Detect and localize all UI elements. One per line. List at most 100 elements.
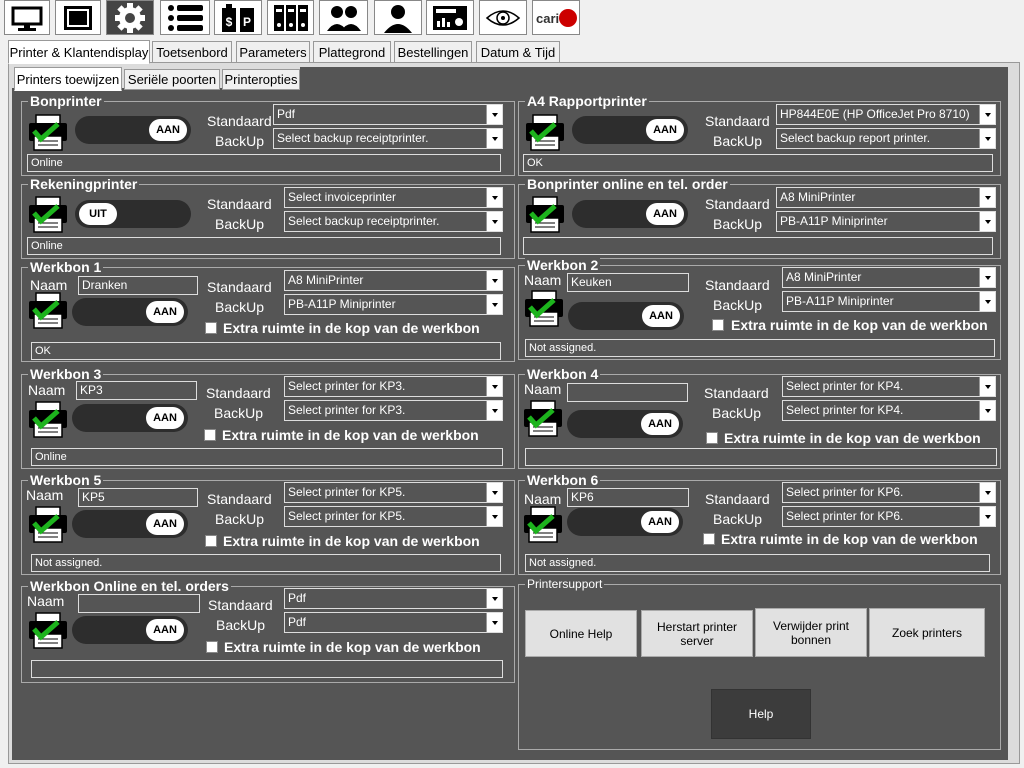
toggle-rekening[interactable]: UIT [75,200,191,228]
chevron-down-icon[interactable] [486,188,502,207]
backup-select-online_order[interactable]: PB-A11P Miniprinter [776,211,996,232]
settings-button[interactable] [106,0,154,35]
printer-icon [28,506,68,546]
online-help-button[interactable]: Online Help [525,610,637,657]
toggle-wb5[interactable]: AAN [72,510,188,538]
chevron-down-icon[interactable] [979,483,995,502]
chevron-down-icon[interactable] [979,105,995,124]
cariari-button[interactable]: cari [532,0,580,35]
naam-label: Naam [28,382,66,398]
backup-select-wb1[interactable]: PB-A11P Miniprinter [284,294,503,315]
standaard-select-wb1[interactable]: A8 MiniPrinter [284,270,503,291]
tab-printer-display[interactable]: Printer & Klantendisplay [8,40,150,64]
toggle-online_order[interactable]: AAN [572,200,688,228]
backup-select-wb6[interactable]: Select printer for KP6. [782,506,996,527]
status-field-bonprinter: Online [27,154,501,172]
backup-select-bonprinter[interactable]: Select backup receiptprinter. [273,128,503,149]
tab-toetsenbord[interactable]: Toetsenbord [152,41,232,63]
backup-select-a4[interactable]: Select backup report printer. [776,128,996,149]
subtab-printers-toewijzen[interactable]: Printers toewijzen [14,67,122,91]
chevron-down-icon[interactable] [486,271,502,290]
tab-bestellingen[interactable]: Bestellingen [394,41,472,63]
subtab-seriele-poorten[interactable]: Seriële poorten [124,69,220,90]
backup-select-wb2[interactable]: PB-A11P Miniprinter [782,291,996,312]
delete-print-bonnen-button[interactable]: Verwijder print bonnen [755,608,867,657]
standaard-select-a4[interactable]: HP844E0E (HP OfficeJet Pro 8710) [776,104,996,125]
standaard-select-wb2[interactable]: A8 MiniPrinter [782,267,996,288]
extra-space-checkbox-wb2[interactable] [712,319,724,331]
pricing-button[interactable]: $ P [214,0,262,35]
chevron-down-icon[interactable] [486,483,502,502]
monitor-button[interactable] [4,0,50,35]
chevron-down-icon[interactable] [486,212,502,231]
backup-select-wbo[interactable]: Pdf [284,612,503,633]
extra-space-checkbox-wb5[interactable] [205,535,217,547]
user-button[interactable] [374,0,422,35]
standaard-select-wb3[interactable]: Select printer for KP3. [284,376,503,397]
restart-printer-server-button[interactable]: Herstart printer server [641,610,753,657]
chevron-down-icon[interactable] [979,507,995,526]
help-button[interactable]: Help [711,689,811,739]
backup-select-wb5[interactable]: Select printer for KP5. [284,506,503,527]
chevron-down-icon[interactable] [979,401,995,420]
toggle-a4[interactable]: AAN [572,116,688,144]
chevron-down-icon[interactable] [979,212,995,231]
toggle-wb3[interactable]: AAN [72,404,188,432]
chevron-down-icon[interactable] [486,613,502,632]
backup-select-wb4[interactable]: Select printer for KP4. [782,400,996,421]
naam-input-wbo[interactable] [78,594,200,613]
users-button[interactable] [319,0,368,35]
chevron-down-icon[interactable] [486,401,502,420]
backup-select-wb3[interactable]: Select printer for KP3. [284,400,503,421]
toggle-wb6[interactable]: AAN [567,508,683,536]
standaard-label: Standaard [207,279,272,295]
chevron-down-icon[interactable] [979,129,995,148]
standaard-select-wb5[interactable]: Select printer for KP5. [284,482,503,503]
toggle-wb1[interactable]: AAN [72,298,188,326]
tab-plattegrond[interactable]: Plattegrond [313,41,391,63]
tab-parameters[interactable]: Parameters [236,41,310,63]
naam-input-wb3[interactable]: KP3 [76,381,197,400]
standaard-select-rekening[interactable]: Select invoiceprinter [284,187,503,208]
list-button[interactable] [160,0,210,35]
backup-value: PB-A11P Miniprinter [288,297,396,311]
binders-button[interactable] [267,0,314,35]
chevron-down-icon[interactable] [486,129,502,148]
chevron-down-icon[interactable] [979,188,995,207]
tab-datum-tijd[interactable]: Datum & Tijd [476,41,560,63]
extra-space-checkbox-wb4[interactable] [706,432,718,444]
standaard-select-online_order[interactable]: A8 MiniPrinter [776,187,996,208]
standaard-select-bonprinter[interactable]: Pdf [273,104,503,125]
chevron-down-icon[interactable] [486,295,502,314]
chevron-down-icon[interactable] [486,105,502,124]
toggle-wb2[interactable]: AAN [568,302,684,330]
standaard-select-wb4[interactable]: Select printer for KP4. [782,376,996,397]
search-printers-button[interactable]: Zoek printers [869,608,985,657]
standaard-select-wb6[interactable]: Select printer for KP6. [782,482,996,503]
extra-space-checkbox-wb6[interactable] [703,533,715,545]
extra-space-checkbox-wb3[interactable] [204,429,216,441]
toggle-wbo[interactable]: AAN [72,616,188,644]
naam-input-wb1[interactable]: Dranken [78,276,198,295]
chevron-down-icon[interactable] [979,377,995,396]
naam-input-wb5[interactable]: KP5 [78,488,198,507]
toggle-bonprinter[interactable]: AAN [75,116,191,144]
standaard-value: HP844E0E (HP OfficeJet Pro 8710) [780,107,970,121]
naam-input-wb6[interactable]: KP6 [567,488,689,507]
backup-select-rekening[interactable]: Select backup receiptprinter. [284,211,503,232]
chevron-down-icon[interactable] [486,589,502,608]
report-button[interactable] [426,0,474,35]
screen-button[interactable] [55,0,101,35]
chevron-down-icon[interactable] [979,268,995,287]
subtab-printeropties[interactable]: Printeropties [222,69,300,90]
extra-space-checkbox-wb1[interactable] [205,322,217,334]
chevron-down-icon[interactable] [486,377,502,396]
standaard-select-wbo[interactable]: Pdf [284,588,503,609]
chevron-down-icon[interactable] [979,292,995,311]
eye-button[interactable] [479,0,527,35]
chevron-down-icon[interactable] [486,507,502,526]
toggle-wb4[interactable]: AAN [567,410,683,438]
naam-input-wb2[interactable]: Keuken [567,273,689,292]
naam-input-wb4[interactable] [567,383,688,402]
extra-space-checkbox-wbo[interactable] [206,641,218,653]
